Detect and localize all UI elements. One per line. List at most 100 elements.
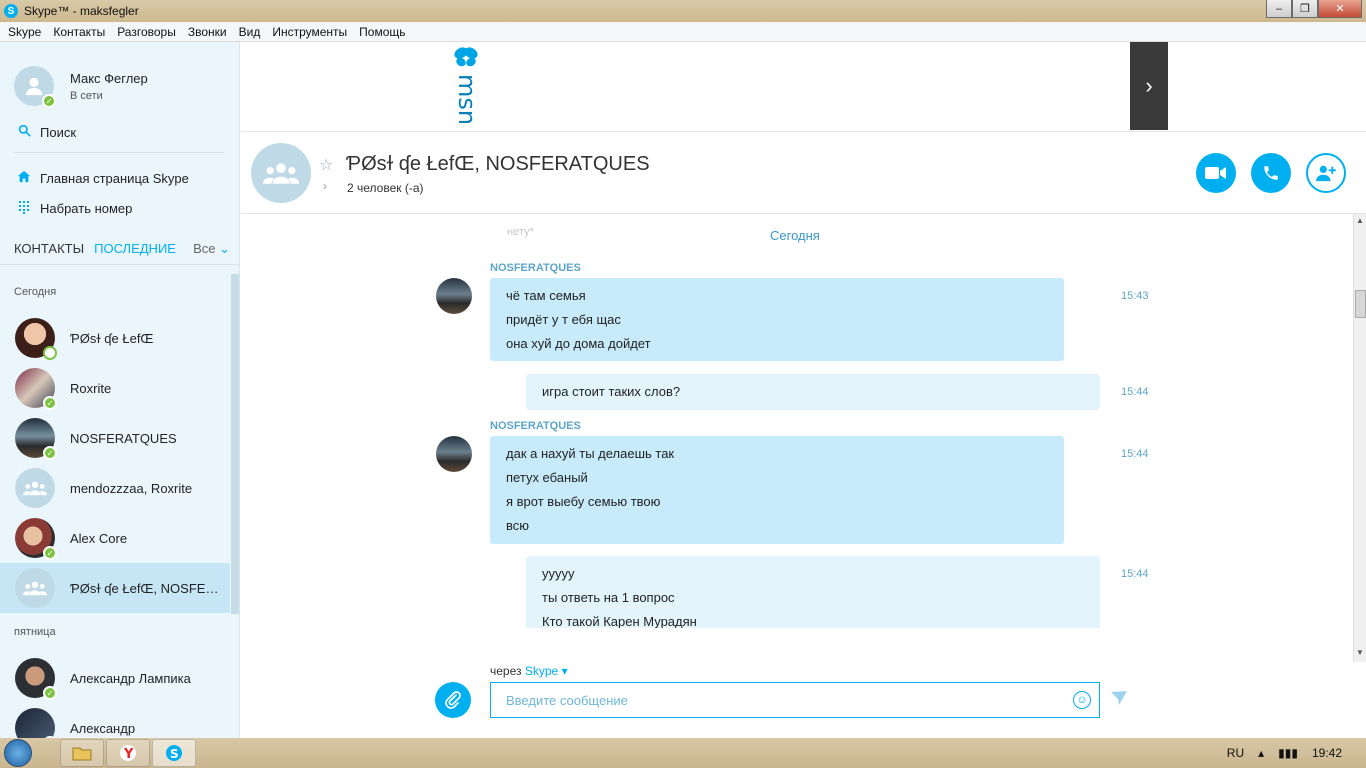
dialpad-icon: [16, 200, 32, 217]
add-participant-button[interactable]: [1306, 153, 1346, 193]
home-icon: [16, 170, 32, 186]
incoming-message[interactable]: чё там семья придёт у т ебя щас она хуй …: [490, 278, 1064, 361]
message-line: я врот выебу семью твою: [506, 494, 661, 509]
maximize-button[interactable]: ❐: [1292, 0, 1318, 18]
dial-label: Набрать номер: [40, 201, 133, 216]
video-call-button[interactable]: [1196, 153, 1236, 193]
message-sender: NOSFERATQUES: [490, 262, 581, 274]
close-button[interactable]: ✕: [1318, 0, 1362, 18]
message-time: 15:43: [1121, 290, 1149, 302]
section-today: Сегодня: [14, 286, 57, 298]
chat-scrollbar[interactable]: ▲ ▼: [1353, 214, 1366, 662]
contact-avatar: ✓: [15, 658, 57, 700]
participants-count[interactable]: 2 человек (-а): [347, 181, 424, 195]
previous-message-fragment: нету*: [507, 226, 534, 238]
menu-conversations[interactable]: Разговоры: [111, 25, 182, 39]
tray-expand-icon[interactable]: ▴: [1258, 746, 1264, 760]
outgoing-message[interactable]: ууууу ты ответь на 1 вопрос Кто такой Ка…: [526, 556, 1100, 628]
contact-name: ƤØsɫ ʠe ŁefŒ: [70, 330, 154, 346]
conversation-avatar[interactable]: [251, 143, 311, 203]
sender-avatar[interactable]: [436, 278, 472, 314]
contact-item[interactable]: ✓ Александр Лампика: [0, 653, 230, 703]
menu-calls[interactable]: Звонки: [182, 25, 233, 39]
online-status-icon: ✓: [43, 446, 57, 460]
date-separator: Сегодня: [770, 228, 820, 243]
add-user-icon: [1316, 165, 1336, 182]
menu-tools[interactable]: Инструменты: [266, 25, 353, 39]
sidebar: ✓ Макс Феглер В сети Поиск Главная стран…: [0, 42, 240, 738]
contact-item[interactable]: ✓ Alex Core: [0, 513, 230, 563]
menu-contacts[interactable]: Контакты: [47, 25, 111, 39]
dial-link[interactable]: Набрать номер: [16, 200, 132, 217]
send-icon[interactable]: [1110, 690, 1128, 711]
message-line: Кто такой Карен Мурадян: [542, 614, 697, 628]
profile[interactable]: ✓ Макс Феглер В сети: [14, 66, 148, 108]
message-time: 15:44: [1121, 386, 1149, 398]
sidebar-scrollbar[interactable]: [231, 274, 239, 614]
message-history[interactable]: нету* Сегодня NOSFERATQUES чё там семья …: [241, 214, 1366, 628]
clock[interactable]: 19:42: [1312, 746, 1342, 760]
favorite-star-icon[interactable]: ☆: [319, 155, 333, 175]
message-time: 15:44: [1121, 568, 1149, 580]
network-icon[interactable]: ▮▮▮: [1278, 746, 1298, 760]
menu-help[interactable]: Помощь: [353, 25, 411, 39]
contact-item[interactable]: ✓ Roxrite: [0, 363, 230, 413]
ad-next-button[interactable]: ›: [1130, 42, 1168, 130]
home-label: Главная страница Skype: [40, 170, 189, 186]
menu-view[interactable]: Вид: [233, 25, 267, 39]
profile-avatar[interactable]: ✓: [14, 66, 56, 108]
menu-bar: Skype Контакты Разговоры Звонки Вид Инст…: [0, 22, 1366, 42]
taskbar-yandex-browser[interactable]: Y: [106, 739, 150, 767]
online-status-icon: ✓: [42, 94, 56, 108]
attach-file-button[interactable]: [435, 682, 471, 718]
chevron-down-icon: ▾: [561, 664, 568, 678]
contact-item[interactable]: ✓ Александр: [0, 703, 230, 738]
msn-logo-icon: msn: [453, 47, 481, 125]
contact-name: ƤØsɫ ʠe ŁefŒ, NOSFERATQUES: [70, 580, 220, 596]
taskbar-explorer[interactable]: [60, 739, 104, 767]
divider: [0, 264, 239, 265]
online-status-icon: ✓: [43, 546, 57, 560]
message-input[interactable]: [490, 682, 1100, 718]
system-tray: RU ▴ ▮▮▮ 19:42: [1227, 738, 1366, 768]
minimize-button[interactable]: ‒: [1266, 0, 1292, 18]
profile-name: Макс Феглер: [70, 70, 148, 86]
contact-name: Александр Лампика: [70, 670, 191, 686]
conversation-title: ƤØsɫ ʠe ŁefŒ, NOSFERATQUES: [346, 153, 650, 175]
filter-dropdown[interactable]: Все ⌄: [193, 241, 230, 257]
tab-contacts[interactable]: КОНТАКТЫ: [14, 241, 84, 257]
home-link[interactable]: Главная страница Skype: [16, 170, 189, 186]
contact-avatar: ✓: [15, 708, 57, 738]
scroll-up-icon[interactable]: ▲: [1356, 216, 1364, 225]
contact-item[interactable]: ✓ NOSFERATQUES: [0, 413, 230, 463]
scroll-down-icon[interactable]: ▼: [1356, 648, 1364, 657]
profile-status[interactable]: В сети: [70, 90, 148, 102]
menu-skype[interactable]: Skype: [2, 25, 47, 39]
folder-icon: [72, 747, 92, 761]
contact-item[interactable]: mendozzzaa, Roxrite: [0, 463, 230, 513]
contact-item-selected[interactable]: ƤØsɫ ʠe ŁefŒ, NOSFERATQUES: [0, 563, 230, 613]
via-service[interactable]: Skype: [525, 664, 558, 678]
conversation-header: ☆ ƤØsɫ ʠe ŁefŒ, NOSFERATQUES › 2 человек…: [241, 133, 1366, 214]
search-button[interactable]: Поиск: [16, 124, 76, 140]
taskbar: Y S RU ▴ ▮▮▮ 19:42: [0, 738, 1366, 768]
audio-call-button[interactable]: [1251, 153, 1291, 193]
chevron-right-icon[interactable]: ›: [323, 179, 327, 193]
start-button[interactable]: [0, 738, 36, 768]
window-title: Skype™ - maksfegler: [24, 4, 139, 18]
chevron-down-icon: ⌄: [219, 241, 230, 256]
sender-avatar[interactable]: [436, 436, 472, 472]
language-indicator[interactable]: RU: [1227, 746, 1244, 760]
incoming-message[interactable]: дак а нахуй ты делаешь так петух ебаный …: [490, 436, 1064, 544]
message-line: игра стоит таких слов?: [542, 384, 681, 399]
ad-banner[interactable]: msn ›: [241, 42, 1366, 132]
scrollbar-thumb[interactable]: [1355, 290, 1366, 318]
emoticon-icon[interactable]: ☺: [1073, 691, 1091, 709]
send-via[interactable]: через Skype ▾: [490, 664, 568, 678]
message-line: дак а нахуй ты делаешь так: [506, 446, 675, 461]
paperclip-icon: [445, 691, 461, 709]
tab-recent[interactable]: ПОСЛЕДНИЕ: [94, 241, 176, 257]
taskbar-skype[interactable]: S: [152, 739, 196, 767]
outgoing-message[interactable]: игра стоит таких слов?: [526, 374, 1100, 410]
contact-item[interactable]: ƤØsɫ ʠe ŁefŒ: [0, 313, 230, 363]
